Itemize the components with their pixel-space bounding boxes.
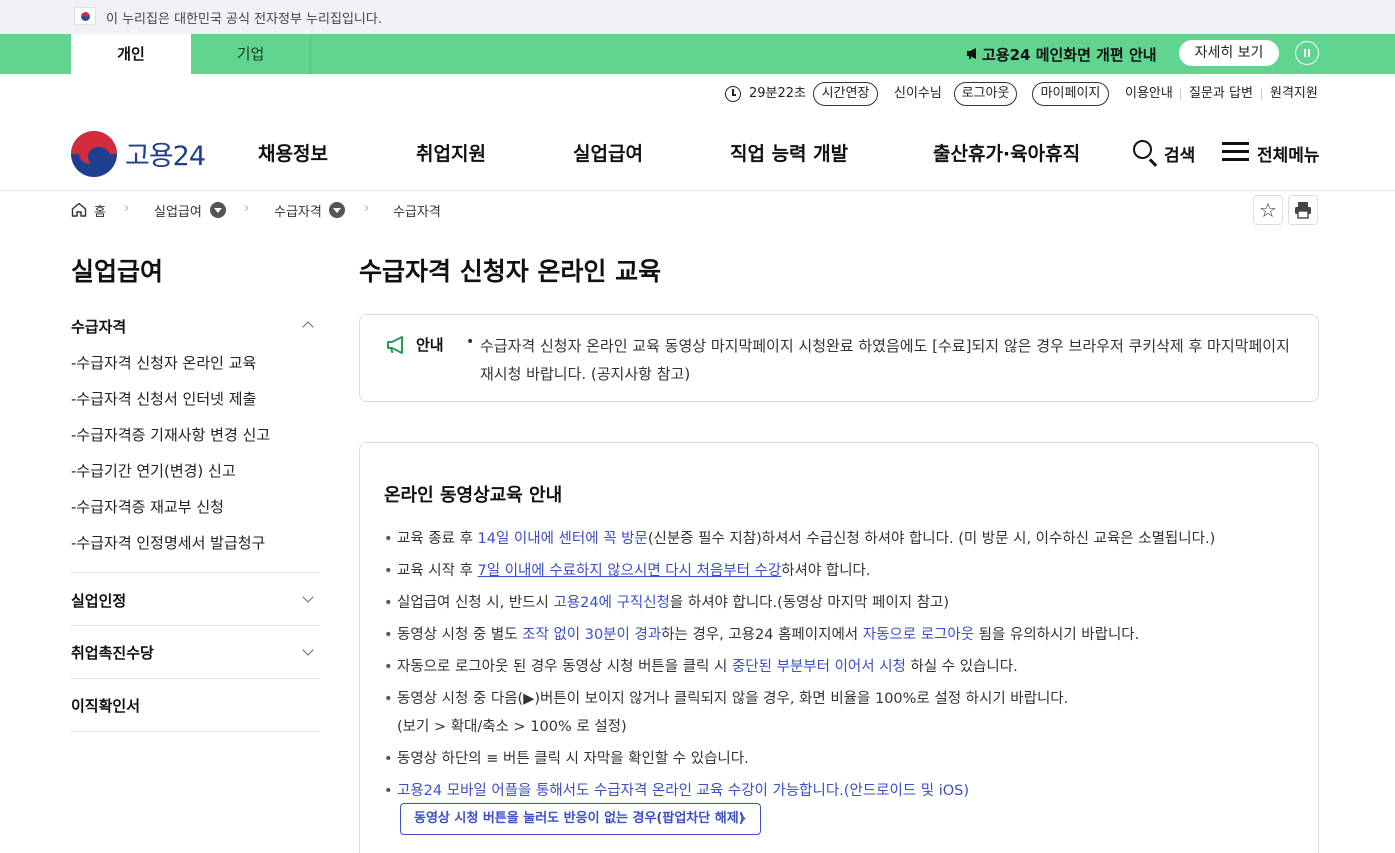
nav-unemployment-benefit[interactable]: 실업급여 (573, 139, 643, 166)
popup-block-help-label: 동영상 시청 버튼을 눌러도 반응이 없는 경우(팝업차단 해제) (414, 811, 745, 826)
gov-banner: 이 누리집은 대한민국 공식 전자정부 누리집입니다. (0, 0, 1395, 34)
bullet-icon: • (466, 334, 475, 350)
chevron-up-icon[interactable] (302, 321, 314, 333)
mypage-button[interactable]: 마이페이지 (1032, 82, 1109, 106)
list-item: • 동영상 시청 중 다음(▶)버튼이 보이지 않거나 클릭되지 않을 경우, 화… (384, 691, 1069, 707)
breadcrumb-separator-icon: › (364, 201, 370, 216)
sidebar-section-separation[interactable]: 이직확인서 (71, 695, 140, 716)
nav-parental-leave[interactable]: 출산휴가·육아휴직 (933, 139, 1080, 166)
notice-text: 수급자격 신청자 온라인 교육 동영상 마지막페이지 시청완료 하였음에도 [수… (480, 337, 1290, 383)
breadcrumb-separator-icon: › (124, 201, 130, 216)
notice-label: 안내 (416, 336, 444, 354)
list-item: • 실업급여 신청 시, 반드시 고용24에 구직신청을 하셔야 합니다.(동영상… (384, 595, 949, 611)
list-item: • 자동으로 로그아웃 된 경우 동영상 시청 버튼을 클릭 시 중단된 부분부터… (384, 659, 1018, 675)
divider (71, 572, 320, 573)
favorite-star-icon[interactable]: ☆ (1253, 195, 1283, 225)
extend-time-button[interactable]: 시간연장 (813, 82, 878, 106)
logout-button[interactable]: 로그아웃 (954, 82, 1017, 106)
chevron-down-icon[interactable] (302, 591, 314, 603)
sidebar-item-reissue[interactable]: -수급자격증 재교부 신청 (71, 496, 224, 517)
detail-button[interactable]: 자세히 보기 (1179, 40, 1279, 66)
megaphone-icon (387, 336, 403, 354)
popup-block-help-button[interactable]: 동영상 시청 버튼을 눌러도 반응이 없는 경우(팝업차단 해제) (400, 803, 761, 835)
list-item: • 교육 시작 후 7일 이내에 수료하지 않으시면 다시 처음부터 수강하셔야 … (384, 563, 871, 579)
sidebar-section-recognition[interactable]: 실업인정 (71, 590, 126, 611)
hamburger-menu-icon[interactable] (1222, 142, 1249, 162)
divider (1261, 88, 1262, 100)
top-notice-link[interactable]: 고용24 메인화면 개편 안내 (966, 44, 1157, 65)
taegeuk-logo-icon[interactable] (71, 131, 117, 177)
site-logo[interactable]: 고용24 (125, 134, 206, 173)
home-icon[interactable] (71, 202, 87, 217)
user-name: 신이수님 (894, 86, 942, 101)
print-icon[interactable] (1288, 195, 1318, 225)
dropdown-icon[interactable] (210, 202, 226, 218)
list-item: • 동영상 하단의 ≡ 버튼 클릭 시 자막을 확인할 수 있습니다. (384, 751, 749, 767)
sidebar-item-online-application[interactable]: -수급자격 신청서 인터넷 제출 (71, 388, 256, 409)
sidebar-item-period-extension[interactable]: -수급기간 연기(변경) 신고 (71, 460, 236, 481)
dropdown-icon[interactable] (329, 202, 345, 218)
sidebar-section-eligibility[interactable]: 수급자격 (71, 316, 126, 337)
sidebar-item-change-report[interactable]: -수급자격증 기재사항 변경 신고 (71, 424, 270, 445)
tab-company[interactable]: 기업 (191, 34, 311, 74)
divider (71, 625, 320, 626)
list-item: • 동영상 시청 중 별도 조작 없이 30분이 경과하는 경우, 고용24 홈페… (384, 627, 1140, 643)
all-menu-button[interactable]: 전체메뉴 (1257, 141, 1320, 166)
tab-personal[interactable]: 개인 (71, 34, 191, 74)
sidebar-item-online-education[interactable]: -수급자격 신청자 온라인 교육 (71, 352, 256, 373)
nav-vocational-training[interactable]: 직업 능력 개발 (730, 139, 848, 166)
divider (1180, 88, 1181, 100)
breadcrumb-separator-icon: › (244, 201, 250, 216)
divider (71, 731, 320, 732)
header-divider (0, 190, 1395, 191)
notice-box: 안내 • 수급자격 신청자 온라인 교육 동영상 마지막페이지 시청완료 하였음… (359, 314, 1319, 402)
content-title: 온라인 동영상교육 안내 (384, 485, 563, 506)
search-icon[interactable] (1133, 140, 1152, 159)
content-box: 온라인 동영상교육 안내 • 교육 종료 후 14일 이내에 센터에 꼭 방문(신… (359, 442, 1319, 853)
top-tab-bar: 개인 기업 고용24 메인화면 개편 안내 자세히 보기 (0, 34, 1395, 74)
sidebar-item-statement-request[interactable]: -수급자격 인정명세서 발급청구 (71, 532, 265, 553)
breadcrumb-current: 수급자격 (393, 205, 441, 220)
session-timer: 29분22초 (749, 86, 807, 101)
divider (71, 678, 320, 679)
pause-icon[interactable] (1295, 41, 1319, 65)
megaphone-icon (967, 48, 976, 59)
nav-jobs[interactable]: 채용정보 (258, 139, 328, 166)
guide-link[interactable]: 이용안내 (1125, 82, 1173, 106)
search-button[interactable]: 검색 (1164, 141, 1195, 166)
clock-icon (725, 86, 741, 102)
list-item: • 교육 종료 후 14일 이내에 센터에 꼭 방문(신분증 필수 지참)하셔서 … (384, 531, 1216, 547)
qna-link[interactable]: 질문과 답변 (1189, 82, 1253, 106)
gov-banner-text: 이 누리집은 대한민국 공식 전자정부 누리집입니다. (106, 12, 382, 27)
korea-flag-icon (74, 7, 96, 25)
top-notice-text: 고용24 메인화면 개편 안내 (982, 46, 1157, 64)
sidebar-title: 실업급여 (71, 257, 164, 286)
breadcrumb-level1[interactable]: 실업급여 (154, 201, 202, 220)
breadcrumb-level2[interactable]: 수급자격 (274, 201, 322, 220)
sidebar-section-promotion[interactable]: 취업촉진수당 (71, 642, 154, 663)
nav-employment-support[interactable]: 취업지원 (416, 139, 486, 166)
remote-support-link[interactable]: 원격지원 (1270, 82, 1318, 106)
chevron-down-icon[interactable] (302, 644, 314, 656)
page-title: 수급자격 신청자 온라인 교육 (359, 257, 662, 286)
breadcrumb-home[interactable]: 홈 (94, 201, 106, 220)
list-item: • 고용24 모바일 어플을 통해서도 수급자격 온라인 교육 수강이 가능합니다… (384, 783, 970, 799)
list-item-continuation: (보기 > 확대/축소 > 100% 로 설정) (397, 719, 627, 735)
